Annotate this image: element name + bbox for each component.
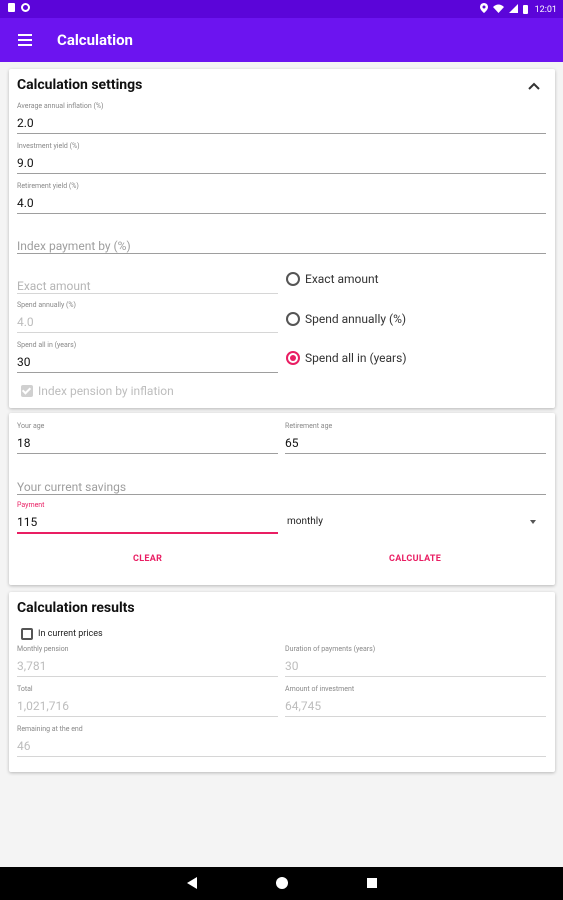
- dropdown-arrow-icon: [530, 520, 536, 524]
- inflation-field[interactable]: Average annual inflation (%) 2.0: [17, 102, 546, 136]
- app-bar: Calculation: [0, 18, 563, 62]
- chevron-up-icon[interactable]: [527, 79, 541, 93]
- monthly-pension-field: Monthly pension 3,781: [17, 645, 278, 679]
- checkbox-icon: [21, 628, 33, 640]
- retirement-age-field[interactable]: Retirement age 65: [285, 422, 546, 456]
- index-pension-checkbox[interactable]: Index pension by inflation: [21, 384, 174, 398]
- retirement-yield-field[interactable]: Retirement yield (%) 4.0: [17, 182, 546, 216]
- battery-icon: [522, 5, 528, 14]
- results-card: Calculation results In current prices Mo…: [9, 592, 555, 772]
- calculate-button[interactable]: CALCULATE: [389, 554, 441, 564]
- remaining-field: Remaining at the end 46: [17, 725, 546, 759]
- in-current-prices-checkbox[interactable]: In current prices: [21, 628, 103, 640]
- index-payment-field[interactable]: Index payment by (%): [17, 222, 546, 256]
- investment-amount-field: Amount of investment 64,745: [285, 685, 546, 719]
- radio-exact-amount[interactable]: Exact amount: [286, 272, 379, 286]
- frequency-dropdown[interactable]: monthly: [287, 516, 536, 530]
- total-field: Total 1,021,716: [17, 685, 278, 719]
- menu-icon[interactable]: [18, 34, 32, 46]
- system-nav-bar: [0, 867, 563, 900]
- status-bar: 12:01: [0, 0, 563, 18]
- investment-yield-field[interactable]: Investment yield (%) 9.0: [17, 142, 546, 176]
- page-title: Calculation: [57, 31, 133, 49]
- exact-amount-field[interactable]: Exact amount: [17, 262, 278, 296]
- inputs-card: Your age 18 Retirement age 65 Your curre…: [9, 413, 555, 585]
- duration-field: Duration of payments (years) 30: [285, 645, 546, 679]
- wifi-icon: [492, 4, 504, 16]
- results-title: Calculation results: [17, 600, 135, 616]
- radio-spend-all-in[interactable]: Spend all in (years): [286, 351, 407, 365]
- location-icon: [479, 3, 488, 16]
- radio-spend-annually[interactable]: Spend annually (%): [286, 312, 406, 326]
- signal-icon: [508, 3, 518, 16]
- status-time: 12:01: [534, 4, 557, 15]
- back-icon[interactable]: [187, 877, 197, 889]
- your-age-field[interactable]: Your age 18: [17, 422, 278, 456]
- spend-all-in-field[interactable]: Spend all in (years) 30: [17, 341, 278, 375]
- sync-icon: [21, 3, 30, 12]
- checkbox-icon: [21, 385, 33, 397]
- settings-title: Calculation settings: [17, 77, 143, 93]
- clear-button[interactable]: CLEAR: [133, 554, 162, 564]
- notification-icon: [8, 3, 15, 12]
- payment-field[interactable]: Payment 115: [17, 501, 278, 535]
- home-icon[interactable]: [276, 877, 288, 889]
- current-savings-field[interactable]: Your current savings: [17, 463, 546, 497]
- spend-annually-field[interactable]: Spend annually (%) 4.0: [17, 301, 278, 335]
- settings-card: Calculation settings Average annual infl…: [9, 69, 555, 408]
- recents-icon[interactable]: [367, 878, 377, 888]
